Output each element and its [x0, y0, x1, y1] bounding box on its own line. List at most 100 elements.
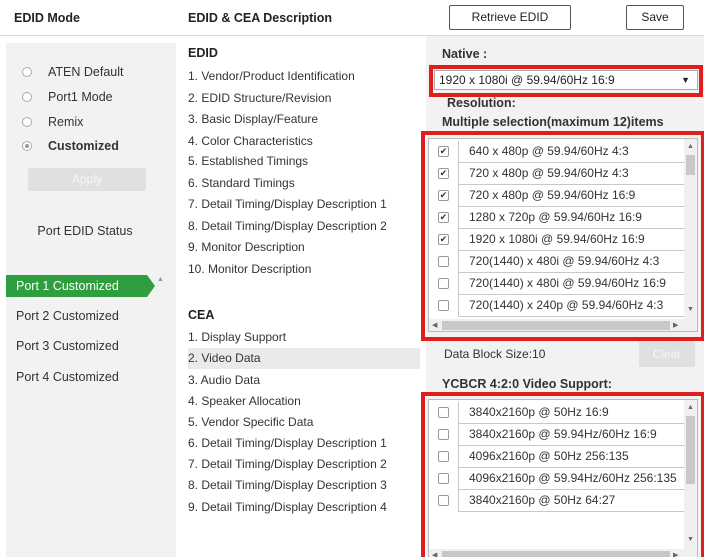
scroll-right-icon[interactable]: ▶	[673, 322, 678, 329]
list-item[interactable]: ✔ 1920 x 1080i @ 59.94/60Hz 16:9	[429, 229, 697, 251]
scroll-up-icon[interactable]: ▲	[687, 143, 694, 150]
scrollbar-thumb[interactable]	[442, 551, 670, 557]
resolution-label: 720 x 480p @ 59.94/60Hz 4:3	[458, 163, 686, 185]
list-item[interactable]: 720(1440) x 480i @ 59.94/60Hz 4:3	[429, 251, 697, 273]
list-item[interactable]: 3840x2160p @ 50Hz 16:9	[429, 402, 697, 424]
edid-item[interactable]: 7. Detail Timing/Display Description 1	[188, 194, 420, 215]
checkbox-checked-icon[interactable]: ✔	[438, 234, 449, 245]
radio-icon[interactable]	[22, 67, 32, 77]
scroll-right-icon[interactable]: ▶	[673, 552, 678, 557]
scrollbar-thumb[interactable]	[686, 155, 695, 175]
edid-item[interactable]: 10. Monitor Description	[188, 259, 420, 280]
ycbcr-resolution-label: 3840x2160p @ 50Hz 64:27	[458, 490, 686, 512]
resolution-label: 1280 x 720p @ 59.94/60Hz 16:9	[458, 207, 686, 229]
cea-item[interactable]: 6. Detail Timing/Display Description 1	[188, 433, 420, 454]
cea-item-selected[interactable]: 2. Video Data	[188, 348, 420, 369]
checkbox-checked-icon[interactable]: ✔	[438, 146, 449, 157]
list-item[interactable]: ✔ 720 x 480p @ 59.94/60Hz 16:9	[429, 185, 697, 207]
port-1-item[interactable]: Port 1 Customized	[6, 275, 147, 297]
mode-option-remix[interactable]: Remix	[22, 115, 83, 129]
checkbox-checked-icon[interactable]: ✔	[438, 168, 449, 179]
checkbox-icon[interactable]	[438, 256, 449, 267]
scroll-up-icon[interactable]: ▲	[687, 404, 694, 411]
mode-label: Customized	[48, 139, 119, 153]
checkbox-checked-icon[interactable]: ✔	[438, 190, 449, 201]
edid-item[interactable]: 9. Monitor Description	[188, 237, 420, 258]
port-4-item[interactable]: Port 4 Customized	[16, 370, 119, 384]
list-item[interactable]: ✔ 1280 x 720p @ 59.94/60Hz 16:9	[429, 207, 697, 229]
mode-label: ATEN Default	[48, 65, 124, 79]
edid-mode-title: EDID Mode	[14, 11, 80, 25]
edid-item[interactable]: 8. Detail Timing/Display Description 2	[188, 216, 420, 237]
cea-section-title: CEA	[188, 308, 215, 322]
edid-item[interactable]: 1. Vendor/Product Identification	[188, 66, 420, 87]
cea-item[interactable]: 3. Audio Data	[188, 370, 420, 391]
vertical-scrollbar[interactable]: ▲ ▼	[684, 400, 697, 550]
clear-button[interactable]: Clear	[639, 341, 695, 367]
scrollbar-thumb[interactable]	[686, 416, 695, 484]
mode-option-port1[interactable]: Port1 Mode	[22, 90, 113, 104]
cea-item[interactable]: 1. Display Support	[188, 327, 420, 348]
checkbox-icon[interactable]	[438, 473, 449, 484]
checkbox-checked-icon[interactable]: ✔	[438, 212, 449, 223]
ycbcr-resolution-label: 3840x2160p @ 59.94Hz/60Hz 16:9	[458, 424, 686, 446]
scroll-down-icon[interactable]: ▼	[687, 306, 694, 313]
cea-item[interactable]: 7. Detail Timing/Display Description 2	[188, 454, 420, 475]
list-item[interactable]: ✔ 720 x 480p @ 59.94/60Hz 4:3	[429, 163, 697, 185]
scroll-up-icon[interactable]: ▲	[157, 276, 164, 283]
chevron-down-icon[interactable]: ▼	[681, 71, 690, 89]
list-item[interactable]: 4096x2160p @ 50Hz 256:135	[429, 446, 697, 468]
data-block-size: Data Block Size:10	[444, 347, 546, 361]
edid-item[interactable]: 3. Basic Display/Feature	[188, 109, 420, 130]
checkbox-icon[interactable]	[438, 451, 449, 462]
cea-item[interactable]: 8. Detail Timing/Display Description 3	[188, 475, 420, 496]
edid-item[interactable]: 2. EDID Structure/Revision	[188, 88, 420, 109]
mode-option-aten-default[interactable]: ATEN Default	[22, 65, 124, 79]
list-item[interactable]: 720(1440) x 480i @ 59.94/60Hz 16:9	[429, 273, 697, 295]
list-item[interactable]: ✔ 640 x 480p @ 59.94/60Hz 4:3	[429, 141, 697, 163]
native-resolution-select[interactable]: 1920 x 1080i @ 59.94/60Hz 16:9 ▼	[434, 70, 698, 90]
edid-item[interactable]: 4. Color Characteristics	[188, 131, 420, 152]
edid-section-title: EDID	[188, 46, 218, 60]
checkbox-icon[interactable]	[438, 300, 449, 311]
cea-item[interactable]: 5. Vendor Specific Data	[188, 412, 420, 433]
cea-item[interactable]: 4. Speaker Allocation	[188, 391, 420, 412]
ycbcr-list[interactable]: 3840x2160p @ 50Hz 16:9 3840x2160p @ 59.9…	[428, 399, 698, 557]
resolution-label: Resolution:	[447, 96, 516, 110]
list-item[interactable]: 4096x2160p @ 59.94Hz/60Hz 256:135	[429, 468, 697, 490]
video-data-settings-panel: Native : 1920 x 1080i @ 59.94/60Hz 16:9 …	[421, 36, 704, 557]
radio-icon[interactable]	[22, 92, 32, 102]
horizontal-scrollbar[interactable]: ◀ ▶	[429, 319, 697, 331]
mode-label: Remix	[48, 115, 84, 129]
checkbox-icon[interactable]	[438, 407, 449, 418]
list-item[interactable]: 720(1440) x 240p @ 59.94/60Hz 4:3	[429, 295, 697, 317]
horizontal-scrollbar[interactable]: ◀ ▶	[429, 549, 697, 557]
edid-cea-description-title: EDID & CEA Description	[188, 11, 333, 25]
edid-item[interactable]: 6. Standard Timings	[188, 173, 420, 194]
port-3-item[interactable]: Port 3 Customized	[16, 339, 119, 353]
edid-item[interactable]: 5. Established Timings	[188, 151, 420, 172]
vertical-scrollbar[interactable]: ▲ ▼	[684, 139, 697, 320]
radio-icon[interactable]	[22, 117, 32, 127]
retrieve-edid-button[interactable]: Retrieve EDID	[449, 5, 571, 30]
save-button[interactable]: Save	[626, 5, 684, 30]
mode-option-customized[interactable]: Customized	[22, 139, 119, 153]
native-label: Native :	[442, 47, 488, 61]
ycbcr-resolution-label: 4096x2160p @ 50Hz 256:135	[458, 446, 686, 468]
resolution-list[interactable]: ✔ 640 x 480p @ 59.94/60Hz 4:3 ✔ 720 x 48…	[428, 138, 698, 332]
resolution-hint: Multiple selection(maximum 12)items	[442, 115, 664, 129]
port-2-item[interactable]: Port 2 Customized	[16, 309, 119, 323]
radio-checked-icon[interactable]	[22, 141, 32, 151]
list-item[interactable]: 3840x2160p @ 50Hz 64:27	[429, 490, 697, 512]
checkbox-icon[interactable]	[438, 429, 449, 440]
scroll-left-icon[interactable]: ◀	[432, 552, 437, 557]
cea-item[interactable]: 9. Detail Timing/Display Description 4	[188, 497, 420, 518]
list-item[interactable]: 3840x2160p @ 59.94Hz/60Hz 16:9	[429, 424, 697, 446]
checkbox-icon[interactable]	[438, 278, 449, 289]
scroll-down-icon[interactable]: ▼	[687, 536, 694, 543]
port-edid-status-title: Port EDID Status	[37, 224, 133, 238]
checkbox-icon[interactable]	[438, 495, 449, 506]
scroll-left-icon[interactable]: ◀	[432, 322, 437, 329]
apply-button[interactable]: Apply	[28, 168, 146, 191]
scrollbar-thumb[interactable]	[442, 321, 670, 330]
